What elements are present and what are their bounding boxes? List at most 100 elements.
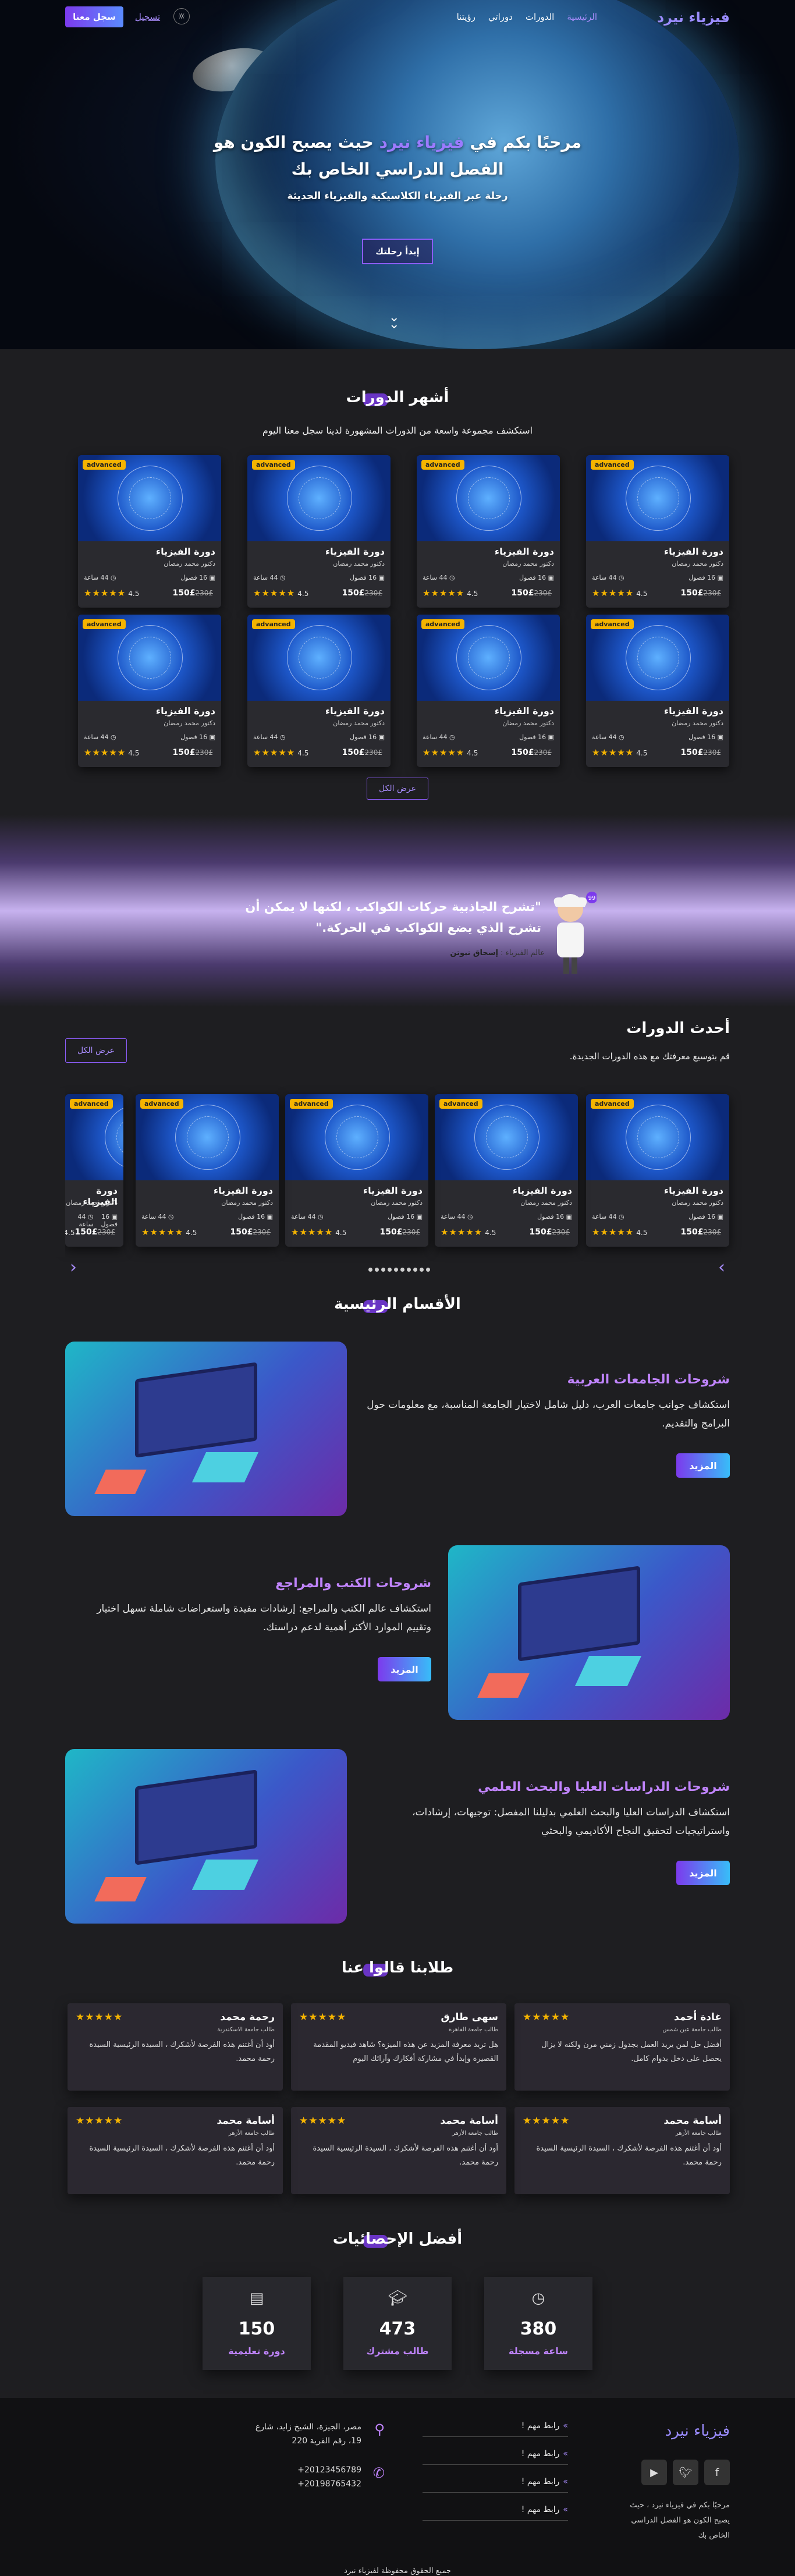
course-meta: ▣ 16 فصول ◷ 44 ساعة — [141, 1213, 273, 1220]
course-card[interactable]: advanced دورة الفيزياء دكتور محمد رمضان ▣ 1… — [417, 615, 560, 767]
level-badge: advanced — [591, 1099, 634, 1109]
signup-button[interactable]: سجل معنا — [65, 6, 123, 27]
footer-brand[interactable]: فيزياء نيرد — [665, 2422, 730, 2440]
twitter-icon[interactable]: 🐦︎ — [673, 2460, 698, 2485]
dot[interactable] — [381, 1268, 385, 1272]
course-title[interactable]: دورة الفيزياء — [664, 546, 723, 557]
course-card[interactable]: advanced دورة الفيزياء دكتور محمد رمضان ▣ 1… — [136, 1094, 279, 1247]
course-card[interactable]: advanced دورة الفيزياء دكتور محمد رمضان ▣ 1… — [78, 615, 221, 767]
level-badge: advanced — [140, 1099, 183, 1109]
dot[interactable] — [368, 1268, 372, 1272]
footer-link[interactable]: »رابط مهم ! — [423, 2449, 568, 2465]
footer-link[interactable]: »رابط مهم ! — [423, 2421, 568, 2437]
course-title[interactable]: دورة الفيزياء — [325, 546, 385, 557]
show-all-popular-button[interactable]: عرض الكل — [367, 778, 428, 800]
course-price: 150£230£ — [680, 588, 721, 598]
course-title[interactable]: دورة الفيزياء — [664, 705, 723, 716]
course-title[interactable]: دورة الفيزياء — [363, 1185, 423, 1196]
show-all-latest-button[interactable]: عرض الكل — [65, 1038, 127, 1063]
course-footer: 150£230£ 4.5★★★★★ — [592, 588, 723, 598]
course-card[interactable]: advanced دورة الفيزياء دكتور محمد رمضان ▣ 1… — [435, 1094, 578, 1247]
hours-count: ◷ 44 ساعة — [84, 733, 116, 741]
course-rating: 4.5★★★★★ — [592, 588, 648, 598]
course-title[interactable]: دورة الفيزياء — [156, 705, 215, 716]
navbar: فيزياء نيرد الرئيسية الدورات دوراتي رؤيت… — [0, 0, 795, 35]
brand-logo[interactable]: فيزياء نيرد — [657, 9, 730, 26]
dot[interactable] — [375, 1268, 379, 1272]
course-footer: 150£230£ 4.5★★★★★ — [84, 747, 215, 758]
clock-icon: ◷ — [616, 733, 624, 741]
hours-count: ◷ 44 ساعة — [291, 1213, 324, 1220]
einstein-illustration: 99 — [553, 892, 597, 974]
course-rating: 4.5★★★★★ — [84, 588, 140, 598]
course-footer: 150£230£ 4.5★★★★★ — [423, 588, 554, 598]
course-price: 150£230£ — [342, 748, 382, 757]
course-card[interactable]: advanced دورة الفيزياء دكتور محمد رمضان ▣ 1… — [417, 455, 560, 608]
course-price: 150£230£ — [680, 1227, 721, 1237]
course-instructor: دكتور محمد رمضان — [66, 1199, 118, 1207]
video-icon: ▣ — [265, 1213, 273, 1220]
testimonial-role: طالب جامعة الاسكندرية — [217, 2027, 275, 2033]
dot[interactable] — [426, 1268, 430, 1272]
course-footer: 150£230£ 4.5★★★★★ — [141, 1227, 273, 1237]
testimonial-stars: ★★★★★ — [76, 2115, 123, 2127]
login-link[interactable]: تسجيل — [135, 12, 160, 22]
course-footer: 150£230£ 4.5★★★★★ — [592, 1227, 723, 1237]
course-title[interactable]: دورة الفيزياء — [325, 705, 385, 716]
course-meta: ▣ 16 فصول ◷ 44 ساعة — [592, 574, 723, 581]
facebook-icon[interactable]: f — [704, 2460, 730, 2485]
scroll-down-icon[interactable]: ⌄ ⌄ — [389, 311, 399, 331]
section-image-books — [448, 1545, 730, 1720]
carousel-prev-icon[interactable]: ‹ — [70, 1257, 77, 1278]
youtube-icon[interactable]: ▶ — [641, 2460, 667, 2485]
course-title[interactable]: دورة الفيزياء — [513, 1185, 572, 1196]
footer-link[interactable]: »رابط مهم ! — [423, 2477, 568, 2493]
clock-icon: ◷ — [447, 574, 455, 581]
course-title[interactable]: دورة الفيزياء — [156, 546, 215, 557]
testimonial-name: رحمة محمد — [220, 2011, 275, 2023]
course-title[interactable]: دورة الفيزياء — [495, 546, 554, 557]
course-card[interactable]: advanced دورة الفيزياء دكتور محمد رمضان ▣ 1… — [65, 1094, 123, 1247]
latest-courses-title: أحدث الدورات — [626, 1020, 730, 1037]
video-icon: ▣ — [564, 1213, 572, 1220]
nav-courses[interactable]: الدورات — [526, 12, 554, 22]
hero-subtitle: رحلة عبر الفيزياء الكلاسيكية والفيزياء ا… — [287, 190, 508, 202]
more-button-universities[interactable]: المزيد — [676, 1453, 730, 1478]
dot[interactable] — [407, 1268, 411, 1272]
course-card[interactable]: advanced دورة الفيزياء دكتور محمد رمضان ▣ 1… — [586, 615, 729, 767]
sun-icon[interactable]: ☼ — [173, 8, 190, 24]
footer-link[interactable]: »رابط مهم ! — [423, 2505, 568, 2521]
stat-label: طالب مشترك — [366, 2346, 429, 2357]
phone-icon: ✆ — [372, 2465, 385, 2481]
course-card[interactable]: advanced دورة الفيزياء دكتور محمد رمضان ▣ 1… — [285, 1094, 428, 1247]
video-icon: ▣ — [715, 733, 723, 741]
course-card[interactable]: advanced دورة الفيزياء دكتور محمد رمضان ▣ 1… — [247, 455, 391, 608]
course-card[interactable]: advanced دورة الفيزياء دكتور محمد رمضان ▣ 1… — [247, 615, 391, 767]
dot[interactable] — [388, 1268, 392, 1272]
course-title[interactable]: دورة الفيزياء — [495, 705, 554, 716]
course-instructor: دكتور محمد رمضان — [502, 560, 554, 567]
carousel-edge — [0, 1088, 65, 1257]
hours-count: ◷ 44 ساعة — [441, 1213, 473, 1220]
video-icon: ▣ — [207, 574, 215, 581]
more-button-books[interactable]: المزيد — [378, 1657, 431, 1681]
course-title[interactable]: دورة الفيزياء — [214, 1185, 273, 1196]
start-journey-button[interactable]: إبدأ رحلتك — [362, 239, 433, 264]
nav-vision[interactable]: رؤيتنا — [457, 12, 475, 22]
dot[interactable] — [420, 1268, 424, 1272]
lessons-count: ▣ 16 فصول — [519, 574, 554, 581]
testimonial-name: أسامة محمد — [440, 2115, 498, 2127]
carousel-next-icon[interactable]: › — [718, 1257, 725, 1278]
course-card[interactable]: advanced دورة الفيزياء دكتور محمد رمضان ▣ 1… — [78, 455, 221, 608]
dot[interactable] — [400, 1268, 404, 1272]
course-card[interactable]: advanced دورة الفيزياء دكتور محمد رمضان ▣ 1… — [586, 455, 729, 608]
nav-home[interactable]: الرئيسية — [567, 12, 597, 22]
testimonial-card: غادة أحمد ★★★★★ طالب جامعة عين شمس أفضل حل … — [514, 2003, 730, 2091]
dot[interactable] — [413, 1268, 417, 1272]
dot[interactable] — [394, 1268, 398, 1272]
level-badge: advanced — [421, 460, 464, 470]
nav-my-courses[interactable]: دوراتي — [488, 12, 513, 22]
more-button-research[interactable]: المزيد — [676, 1861, 730, 1885]
course-card[interactable]: advanced دورة الفيزياء دكتور محمد رمضان ▣ 1… — [586, 1094, 729, 1247]
course-title[interactable]: دورة الفيزياء — [664, 1185, 723, 1196]
